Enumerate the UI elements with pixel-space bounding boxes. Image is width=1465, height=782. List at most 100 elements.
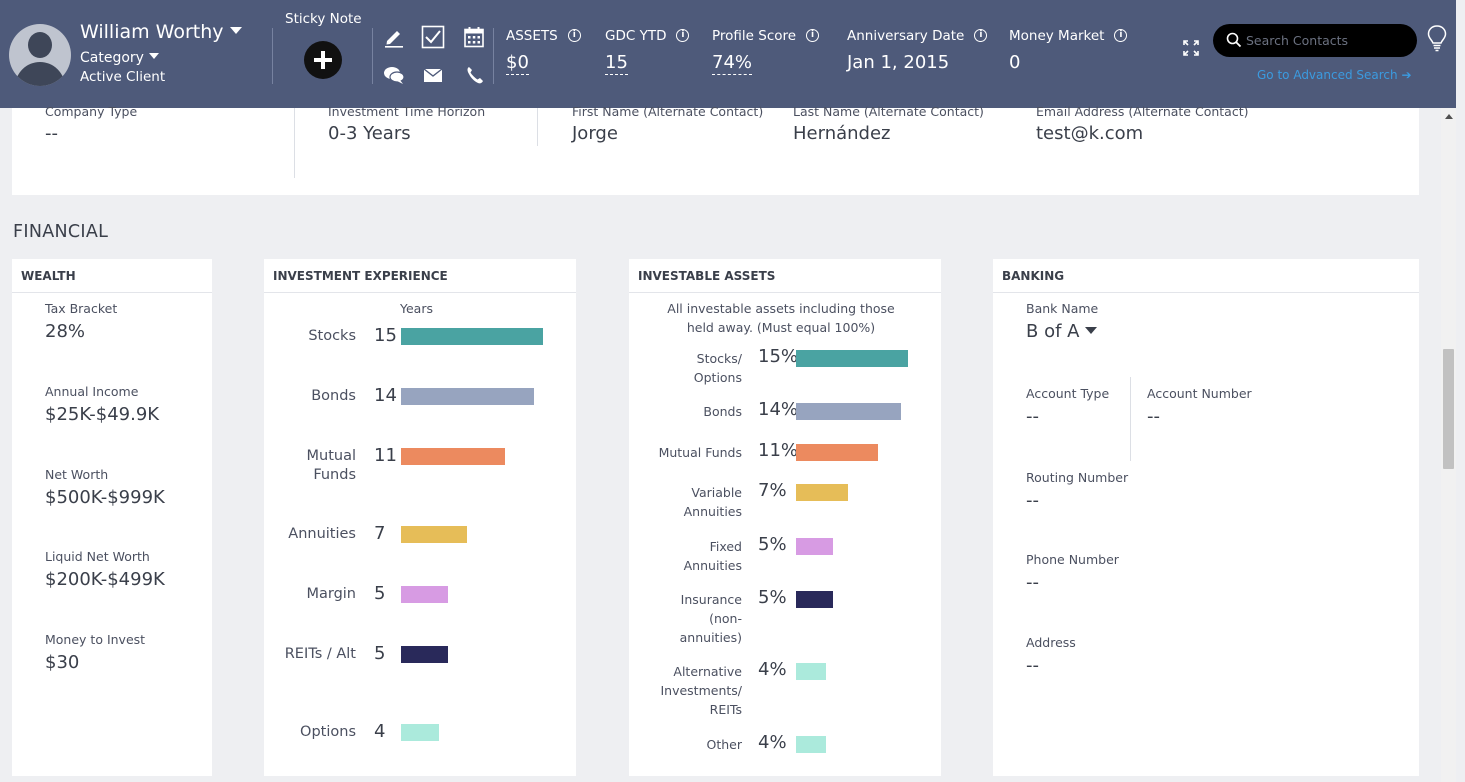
info-icon[interactable]: i bbox=[567, 29, 581, 42]
experience-label: Annuities bbox=[288, 526, 356, 542]
advanced-search-link[interactable]: Go to Advanced Search ➔ bbox=[1257, 68, 1412, 82]
info-icon[interactable]: i bbox=[1114, 29, 1128, 42]
field-value[interactable]: $30 bbox=[45, 652, 145, 673]
add-sticky-note-button[interactable] bbox=[304, 41, 342, 79]
field-value[interactable]: $25K-$49.9K bbox=[45, 404, 159, 425]
asset-percent-value[interactable]: 7% bbox=[758, 480, 787, 501]
wealth-field-liquid-net-worth: Liquid Net Worth $200K-$499K bbox=[45, 549, 165, 590]
field-value[interactable]: -- bbox=[1026, 655, 1076, 676]
search-icon bbox=[1226, 32, 1242, 48]
scrollbar-thumb[interactable] bbox=[1443, 349, 1454, 469]
edit-icon[interactable] bbox=[382, 25, 406, 49]
avatar[interactable] bbox=[9, 24, 71, 86]
bank-name-dropdown[interactable]: B of A bbox=[1026, 321, 1098, 342]
asset-percent-value[interactable]: 14% bbox=[758, 399, 798, 420]
field-value[interactable]: test@k.com bbox=[1036, 123, 1248, 144]
category-dropdown[interactable]: Category bbox=[80, 50, 159, 66]
experience-label: REITs / Alt bbox=[284, 646, 356, 662]
asset-percent-value[interactable]: 5% bbox=[758, 534, 787, 555]
field-value[interactable]: $200K-$499K bbox=[45, 569, 165, 590]
card-title: BANKING bbox=[993, 259, 1419, 293]
asset-percent-value[interactable]: 11% bbox=[758, 440, 798, 461]
task-checkbox-icon[interactable] bbox=[421, 25, 445, 49]
client-name-dropdown[interactable]: William Worthy bbox=[80, 21, 242, 43]
experience-years-value[interactable]: 7 bbox=[374, 523, 385, 544]
investment-experience-card: INVESTMENT EXPERIENCE Years Stocks 15 Bond… bbox=[264, 259, 576, 776]
lightbulb-icon[interactable] bbox=[1426, 24, 1448, 52]
metric-money-market: Money Market i 0 bbox=[1009, 25, 1128, 73]
experience-bar bbox=[401, 586, 448, 603]
info-icon[interactable]: i bbox=[676, 29, 690, 42]
field-divider bbox=[1130, 377, 1131, 461]
info-icon[interactable]: i bbox=[806, 29, 820, 42]
chat-icon[interactable] bbox=[382, 63, 406, 87]
experience-years-value[interactable]: 4 bbox=[374, 721, 385, 742]
metric-anniversary-date: Anniversary Date i Jan 1, 2015 bbox=[847, 25, 988, 73]
field-value[interactable]: Jorge bbox=[572, 123, 763, 144]
field-alt-last-name: Last Name (Alternate Contact) Hernández bbox=[793, 104, 984, 144]
asset-percent-value[interactable]: 4% bbox=[758, 732, 787, 753]
metric-gdc-ytd: GDC YTD i 15 bbox=[605, 25, 690, 75]
asset-percent-value[interactable]: 4% bbox=[758, 659, 787, 680]
field-value[interactable]: -- bbox=[45, 123, 137, 144]
metric-value[interactable]: 15 bbox=[605, 52, 628, 75]
field-value[interactable]: Hernández bbox=[793, 123, 984, 144]
experience-bar bbox=[401, 328, 543, 345]
routing-number-field: Routing Number -- bbox=[1026, 470, 1128, 511]
metric-label: GDC YTD bbox=[605, 28, 667, 44]
metric-value: Jan 1, 2015 bbox=[847, 52, 950, 73]
address-field: Address -- bbox=[1026, 635, 1076, 676]
chevron-down-icon bbox=[148, 53, 159, 59]
experience-years-value[interactable]: 14 bbox=[374, 385, 397, 406]
chevron-down-icon bbox=[229, 27, 242, 34]
client-name: William Worthy bbox=[80, 21, 224, 43]
field-value[interactable]: 28% bbox=[45, 321, 117, 342]
asset-percent-value[interactable]: 5% bbox=[758, 587, 787, 608]
experience-years-value[interactable]: 11 bbox=[374, 445, 397, 466]
search-contacts-input[interactable] bbox=[1213, 24, 1417, 57]
experience-years-value[interactable]: 15 bbox=[374, 325, 397, 346]
field-divider bbox=[537, 108, 538, 146]
investable-assets-card: INVESTABLE ASSETS All investable assets … bbox=[629, 259, 941, 776]
details-card: Company Type -- Investment Time Horizon … bbox=[12, 104, 1419, 195]
field-value[interactable]: -- bbox=[1026, 490, 1128, 511]
calendar-icon[interactable] bbox=[462, 25, 486, 49]
experience-bar bbox=[401, 724, 439, 741]
field-label: Address bbox=[1026, 635, 1076, 650]
scroll-up-arrow-icon[interactable] bbox=[1445, 114, 1453, 119]
asset-label: Fixed Annuities bbox=[683, 539, 742, 573]
field-value[interactable]: 0-3 Years bbox=[328, 123, 485, 144]
field-value[interactable]: $500K-$999K bbox=[45, 487, 165, 508]
experience-label: Bonds bbox=[311, 388, 356, 404]
bank-name-field: Bank Name B of A bbox=[1026, 301, 1098, 342]
experience-years-value[interactable]: 5 bbox=[374, 643, 385, 664]
field-label: Net Worth bbox=[45, 467, 109, 482]
field-investment-time-horizon: Investment Time Horizon 0-3 Years bbox=[328, 104, 485, 144]
field-label: Investment Time Horizon bbox=[328, 104, 486, 119]
years-label: Years bbox=[400, 301, 433, 316]
field-value[interactable]: -- bbox=[1026, 572, 1119, 593]
experience-label: Stocks bbox=[308, 328, 356, 344]
metric-value[interactable]: 74% bbox=[712, 52, 753, 75]
asset-label: Other bbox=[706, 737, 743, 752]
asset-bar bbox=[796, 484, 848, 501]
experience-bar bbox=[401, 448, 505, 465]
card-title: WEALTH bbox=[12, 259, 212, 293]
phone-number-field: Phone Number -- bbox=[1026, 552, 1119, 593]
asset-percent-value[interactable]: 15% bbox=[758, 346, 798, 367]
phone-icon[interactable] bbox=[463, 63, 487, 87]
fullscreen-icon[interactable] bbox=[1182, 39, 1200, 57]
card-title: INVESTABLE ASSETS bbox=[629, 259, 941, 293]
field-alt-first-name: First Name (Alternate Contact) Jorge bbox=[572, 104, 763, 144]
metric-value[interactable]: $0 bbox=[506, 52, 529, 75]
experience-years-value[interactable]: 5 bbox=[374, 583, 385, 604]
email-icon[interactable] bbox=[421, 63, 445, 87]
field-value[interactable]: -- bbox=[1026, 406, 1109, 427]
category-label: Category bbox=[80, 50, 144, 66]
header-divider bbox=[493, 28, 494, 84]
header-divider bbox=[272, 28, 273, 84]
info-icon[interactable]: i bbox=[974, 29, 988, 42]
field-value[interactable]: -- bbox=[1147, 406, 1252, 427]
field-label: Account Number bbox=[1147, 386, 1252, 401]
wealth-field-money-to-invest: Money to Invest $30 bbox=[45, 632, 145, 673]
